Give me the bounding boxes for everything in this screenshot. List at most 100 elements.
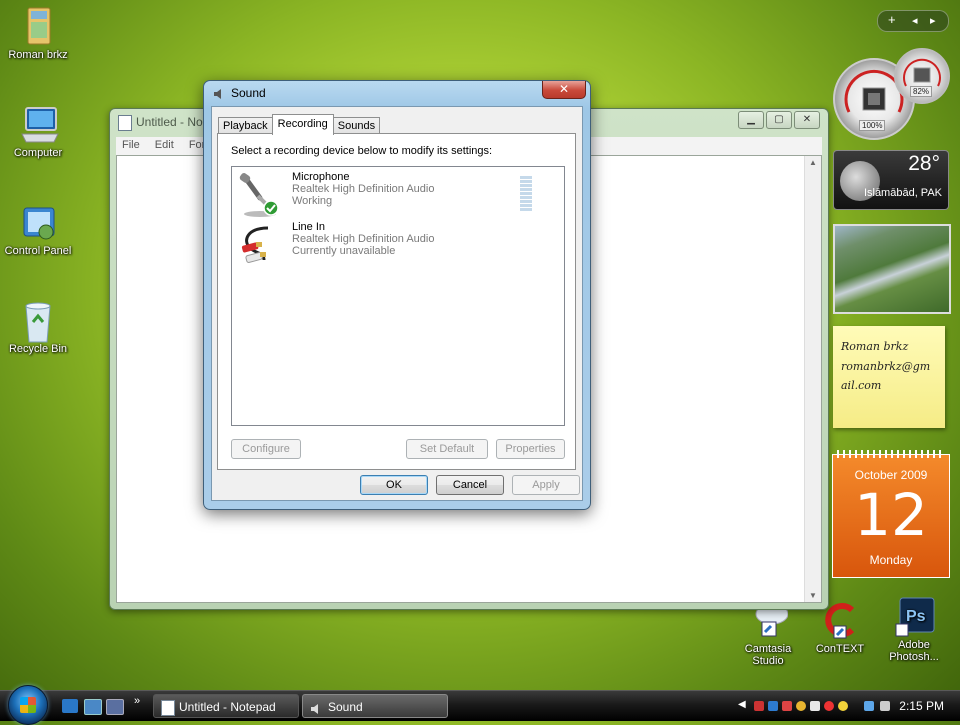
tray-app-icon[interactable] xyxy=(824,701,834,711)
properties-button[interactable]: Properties xyxy=(496,439,565,459)
desktop-icon-computer[interactable]: Computer xyxy=(0,104,76,159)
notepad-icon xyxy=(118,115,132,131)
photoshop-icon: Ps xyxy=(894,596,935,637)
taskbar-button-label: Untitled - Notepad xyxy=(179,700,276,714)
taskbar-button-sound[interactable]: Sound xyxy=(302,694,448,718)
tray-app-icon[interactable] xyxy=(782,701,792,711)
set-default-button[interactable]: Set Default xyxy=(406,439,488,459)
desktop-icon-label: Computer xyxy=(13,147,63,159)
device-status: Working xyxy=(292,195,333,207)
taskbar-button-label: Sound xyxy=(328,700,363,714)
sidebar-controls: + ◂ ▸ xyxy=(877,10,949,32)
notes-gadget[interactable]: Roman brkz romanbrkz@gm ail.com xyxy=(833,326,945,428)
calendar-day: 12 xyxy=(854,481,928,549)
tab-recording[interactable]: Recording xyxy=(271,114,334,135)
svg-text:Ps: Ps xyxy=(906,608,926,625)
recycle-bin-icon xyxy=(18,300,58,343)
dialog-title: Sound xyxy=(231,86,266,100)
tray-app-icon[interactable] xyxy=(810,701,820,711)
tab-strip: Playback Recording Sounds xyxy=(218,114,381,135)
weather-temperature: 28° xyxy=(908,152,940,175)
apply-button[interactable]: Apply xyxy=(512,475,580,495)
calendar-month: October 2009 xyxy=(854,468,928,482)
desktop-icon-label: ConTEXT xyxy=(815,643,865,655)
weather-gadget[interactable]: 28° Islāmābād, PAK xyxy=(833,150,949,210)
desktop-icon-control-panel[interactable]: Control Panel xyxy=(0,202,76,257)
desktop-icon-label: Control Panel xyxy=(4,245,72,257)
folder-icon xyxy=(18,6,58,46)
notepad-icon xyxy=(161,700,175,716)
control-panel-icon xyxy=(18,202,58,242)
audio-cable-icon xyxy=(238,222,280,266)
dialog-body: Playback Recording Sounds Select a recor… xyxy=(211,106,583,501)
device-status: Currently unavailable xyxy=(292,245,396,257)
memory-percent: 82% xyxy=(910,86,933,97)
notepad-title: Untitled - No xyxy=(136,115,203,129)
security-shield-icon[interactable] xyxy=(796,701,806,711)
calendar-gadget[interactable]: October 2009 12 Monday xyxy=(832,450,950,578)
speaker-icon xyxy=(310,700,322,714)
maximize-button[interactable]: ▢ xyxy=(766,111,792,129)
desktop-icon-photoshop[interactable]: Ps Adobe Photosh... xyxy=(876,596,952,663)
tray-expand-arrow-icon[interactable]: ◀ xyxy=(738,699,746,710)
tray-app-icon[interactable] xyxy=(754,701,764,711)
microphone-icon xyxy=(238,172,280,217)
device-driver: Realtek High Definition Audio xyxy=(292,183,435,195)
scroll-up-arrow-icon[interactable]: ▲ xyxy=(809,158,817,167)
menu-edit[interactable]: Edit xyxy=(149,137,180,153)
calendar-weekday: Monday xyxy=(869,553,913,567)
desktop-icon-label: Camtasia Studio xyxy=(744,643,792,667)
desktop-icon-label: Roman brkz xyxy=(8,49,68,61)
scroll-down-arrow-icon[interactable]: ▼ xyxy=(809,591,817,600)
desktop-icon-user-folder[interactable]: Roman brkz xyxy=(0,6,76,61)
note-line: Roman brkz xyxy=(841,340,909,353)
vertical-scrollbar[interactable]: ▲ ▼ xyxy=(804,156,821,602)
device-name: Microphone xyxy=(292,171,350,183)
notepad-window-controls: ▁ ▢ ✕ xyxy=(738,111,820,129)
sound-dialog[interactable]: Sound ✕ Playback Recording Sounds Select… xyxy=(203,80,591,510)
network-icon[interactable] xyxy=(864,701,874,711)
close-button[interactable]: ✕ xyxy=(794,111,820,129)
switch-windows-icon[interactable] xyxy=(106,699,124,715)
weather-location: Islāmābād, PAK xyxy=(863,187,942,199)
close-button[interactable]: ✕ xyxy=(542,81,586,99)
speaker-icon xyxy=(213,88,225,100)
desktop-icon-camtasia[interactable]: Camtasia Studio xyxy=(730,600,806,667)
memory-meter-gadget[interactable]: 82% xyxy=(894,48,950,104)
device-item-line-in[interactable]: Line In Realtek High Definition Audio Cu… xyxy=(232,219,542,269)
taskbar-clock[interactable]: 2:15 PM xyxy=(899,699,944,713)
taskbar: » Untitled - Notepad Sound ◀ 2:15 PM xyxy=(0,685,960,725)
instruction-text: Select a recording device below to modif… xyxy=(231,145,493,157)
volume-icon[interactable] xyxy=(880,701,890,711)
taskbar-button-notepad[interactable]: Untitled - Notepad xyxy=(153,694,299,718)
note-line: ail.com xyxy=(841,379,882,392)
device-name: Line In xyxy=(292,221,326,233)
device-item-microphone[interactable]: Microphone Realtek High Definition Audio… xyxy=(232,169,542,219)
menu-file[interactable]: File xyxy=(116,137,146,153)
cancel-button[interactable]: Cancel xyxy=(436,475,504,495)
quick-launch-overflow-button[interactable]: » xyxy=(134,695,140,707)
desktop-icon-label: Recycle Bin xyxy=(8,343,68,355)
calendar-binding xyxy=(837,450,945,458)
previous-gadget-button[interactable]: ◂ xyxy=(912,14,918,27)
device-list[interactable]: Microphone Realtek High Definition Audio… xyxy=(231,166,565,426)
slideshow-gadget[interactable] xyxy=(833,224,951,314)
ok-button[interactable]: OK xyxy=(360,475,428,495)
desktop-icon-recycle-bin[interactable]: Recycle Bin xyxy=(0,300,76,355)
next-gadget-button[interactable]: ▸ xyxy=(930,14,936,27)
computer-icon xyxy=(18,104,59,144)
add-gadget-button[interactable]: + xyxy=(888,12,896,27)
cpu-percent: 100% xyxy=(859,120,886,131)
desktop-icon-label: Adobe Photosh... xyxy=(889,639,939,663)
start-button[interactable] xyxy=(8,685,48,725)
device-driver: Realtek High Definition Audio xyxy=(292,233,435,245)
tray-app-icon[interactable] xyxy=(768,701,778,711)
internet-explorer-icon[interactable] xyxy=(62,699,78,713)
messenger-icon[interactable] xyxy=(838,701,848,711)
note-line: romanbrkz@gm xyxy=(841,360,931,373)
configure-button[interactable]: Configure xyxy=(231,439,301,459)
recording-tab-panel: Select a recording device below to modif… xyxy=(217,133,576,470)
show-desktop-icon[interactable] xyxy=(84,699,102,715)
minimize-button[interactable]: ▁ xyxy=(738,111,764,129)
input-level-meter xyxy=(520,176,532,213)
